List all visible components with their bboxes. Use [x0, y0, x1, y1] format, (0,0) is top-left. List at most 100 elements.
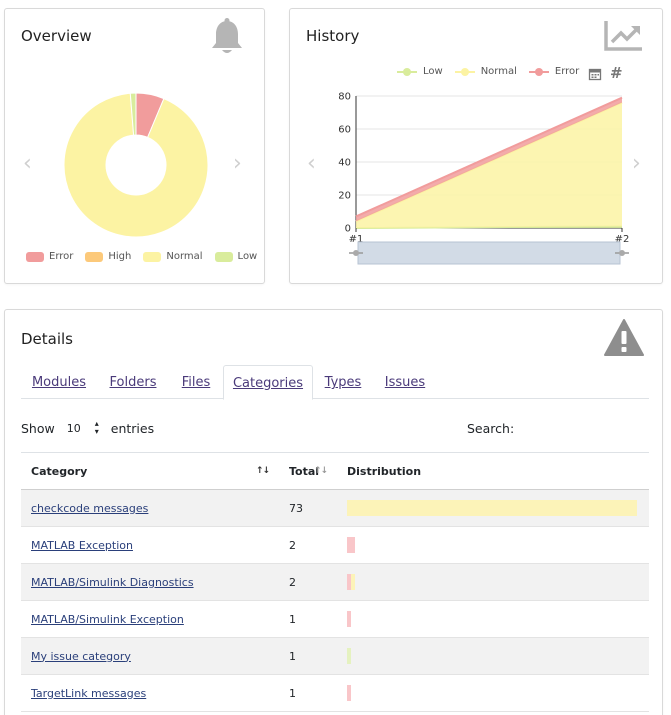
prev-arrow-icon[interactable]: ‹: [307, 153, 316, 175]
next-arrow-icon[interactable]: ›: [632, 153, 641, 175]
show-label: Show: [21, 420, 55, 436]
category-cell: My issue category: [21, 637, 279, 675]
category-link[interactable]: MATLAB/Simulink Diagnostics: [31, 576, 194, 589]
next-arrow-icon[interactable]: ›: [233, 153, 242, 175]
overview-legend: Error High Normal Low: [26, 251, 269, 262]
legend-label: Error: [554, 66, 580, 77]
total-cell: 73: [279, 489, 337, 527]
distribution-bar[interactable]: [347, 537, 649, 553]
total-cell: 2: [279, 563, 337, 601]
tab-folders[interactable]: Folders: [97, 365, 169, 399]
column-header-distribution[interactable]: Distribution: [337, 452, 649, 490]
category-cell: MATLAB/Simulink Exception: [21, 600, 279, 638]
distribution-cell: [337, 674, 649, 712]
category-link[interactable]: MATLAB/Simulink Exception: [31, 613, 184, 626]
distribution-cell: [337, 489, 649, 527]
distribution-segment-low: [347, 648, 351, 664]
table-row: MATLAB Exception 2: [21, 526, 649, 564]
search-label: Search:: [467, 421, 515, 436]
legend-label: Low: [237, 251, 258, 262]
select-arrows-icon: ▴ ▾: [94, 419, 99, 436]
y-tick-label: 40: [338, 158, 351, 169]
history-chart: 020406080#1 #2: [338, 92, 629, 265]
prev-arrow-icon[interactable]: ‹: [23, 153, 32, 175]
column-header-total[interactable]: Total ↑↓: [279, 452, 337, 490]
tab-issues[interactable]: Issues: [373, 365, 437, 399]
history-card: History Low Normal Error # ‹ › 0 20 40 60 80…: [289, 8, 663, 284]
trend-chart-icon: [604, 21, 642, 51]
column-header-category[interactable]: Category ↑↓: [21, 452, 279, 490]
entries-label: entries: [110, 420, 155, 436]
table-row: My issue category 1: [21, 637, 649, 675]
legend-label: Error: [49, 251, 74, 262]
legend-low[interactable]: Low: [214, 251, 258, 262]
distribution-segment-error: [347, 611, 351, 627]
details-title: Details: [21, 330, 74, 348]
category-cell: MATLAB Exception: [21, 526, 279, 564]
entries-select-value: 10: [66, 421, 81, 435]
bell-icon: [212, 18, 242, 53]
y-tick-label: 20: [338, 191, 351, 202]
legend-error[interactable]: Error: [26, 251, 73, 262]
category-link[interactable]: checkcode messages: [31, 502, 148, 515]
details-tabs: Modules Folders Files Categories Types I…: [21, 365, 649, 400]
legend-normal[interactable]: Normal: [143, 251, 203, 262]
tab-types[interactable]: Types: [313, 365, 373, 399]
calendar-icon[interactable]: [588, 67, 602, 81]
legend-low[interactable]: Low: [397, 66, 443, 77]
column-label: Distribution: [347, 464, 422, 478]
distribution-segment-normal: [347, 500, 637, 516]
total-cell: 2: [279, 526, 337, 564]
tab-modules[interactable]: Modules: [21, 365, 97, 399]
history-title: History: [306, 27, 360, 45]
sort-icon: ↑↓: [313, 466, 328, 476]
y-tick-label: 80: [338, 92, 351, 103]
distribution-segment-error: [347, 537, 355, 553]
zoom-slider[interactable]: [357, 241, 621, 265]
legend-error[interactable]: Error: [528, 66, 580, 77]
categories-table: Category ↑↓ Total ↑↓ Distribution checkcod…: [21, 452, 649, 712]
category-cell: checkcode messages: [21, 489, 279, 527]
warning-icon: [604, 319, 644, 356]
distribution-segment-error: [347, 685, 351, 701]
total-cell: 1: [279, 637, 337, 675]
sort-icon: ↑↓: [255, 466, 270, 476]
hash-icon[interactable]: #: [610, 64, 623, 82]
legend-high[interactable]: High: [85, 251, 131, 262]
category-link[interactable]: My issue category: [31, 650, 131, 663]
table-row: checkcode messages 73: [21, 489, 649, 527]
distribution-cell: [337, 637, 649, 675]
table-row: MATLAB/Simulink Diagnostics 2: [21, 563, 649, 601]
legend-label: High: [108, 251, 132, 262]
distribution-bar[interactable]: [347, 500, 649, 516]
distribution-bar[interactable]: [347, 574, 649, 590]
distribution-bar[interactable]: [347, 611, 649, 627]
total-cell: 1: [279, 600, 337, 638]
distribution-segment-normal: [351, 574, 355, 590]
distribution-cell: [337, 563, 649, 601]
table-header-row: Category ↑↓ Total ↑↓ Distribution: [21, 452, 649, 490]
legend-label: Low: [423, 66, 443, 77]
table-row: MATLAB/Simulink Exception 1: [21, 600, 649, 638]
tab-categories[interactable]: Categories: [223, 365, 313, 400]
category-cell: MATLAB/Simulink Diagnostics: [21, 563, 279, 601]
category-cell: TargetLink messages: [21, 674, 279, 712]
distribution-bar[interactable]: [347, 685, 649, 701]
overview-card: Overview ‹ › Error High Normal Low: [4, 8, 265, 284]
distribution-cell: [337, 526, 649, 564]
entries-control: Show 10 ▴ ▾ entries: [21, 420, 154, 436]
distribution-bar[interactable]: [347, 648, 649, 664]
column-label: Category: [31, 464, 88, 478]
legend-normal[interactable]: Normal: [454, 66, 517, 77]
category-link[interactable]: TargetLink messages: [31, 687, 146, 700]
total-cell: 1: [279, 674, 337, 712]
y-tick-label: 60: [338, 125, 351, 136]
legend-label: Normal: [166, 251, 203, 262]
details-card: Details Modules Folders Files Categories…: [4, 309, 663, 715]
entries-select[interactable]: 10 ▴ ▾: [67, 420, 99, 436]
overview-title: Overview: [21, 27, 92, 45]
category-link[interactable]: MATLAB Exception: [31, 539, 133, 552]
distribution-cell: [337, 600, 649, 638]
table-row: TargetLink messages 1: [21, 674, 649, 712]
tab-files[interactable]: Files: [169, 365, 223, 399]
